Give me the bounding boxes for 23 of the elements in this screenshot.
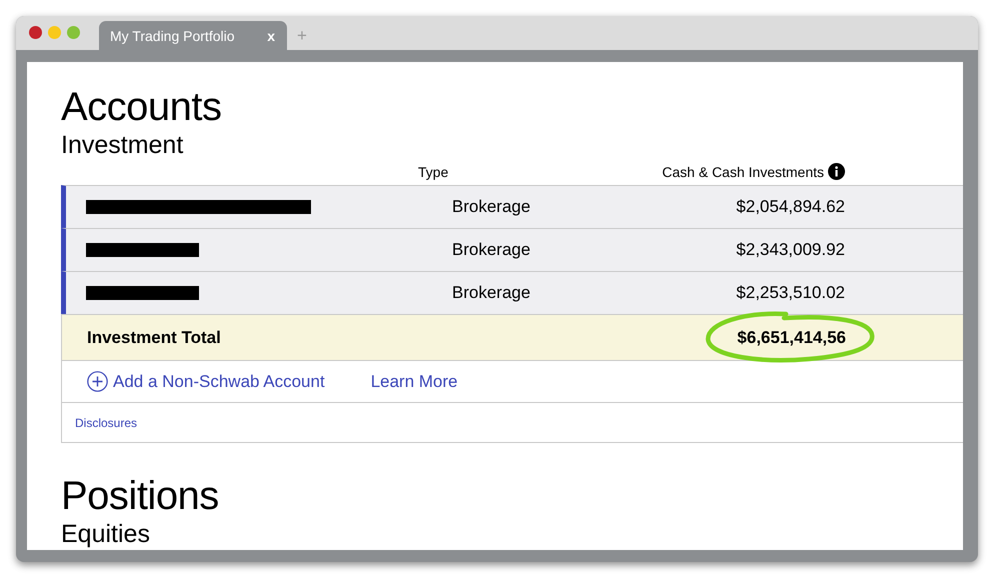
table-cell: $2,253,510.02 [736, 283, 845, 303]
table-cell: $2,054,894.62 [736, 197, 845, 217]
section-subtitle: Investment [61, 130, 184, 160]
table-cell-text: Brokerage [452, 283, 532, 303]
table-cell: $2,343,009.92 [736, 240, 845, 260]
add-account-link[interactable]: Add a Non-Schwab Account [87, 371, 325, 392]
section-subtitle: Equities [61, 519, 151, 549]
total-amount: $6,651,414,56 [737, 328, 846, 348]
page-title: Positions [61, 473, 220, 519]
account-row[interactable]: Brokerage $2,253,510.02 [61, 271, 963, 314]
disclosures-link[interactable]: Disclosures [75, 416, 138, 430]
info-icon[interactable] [828, 163, 845, 180]
account-row[interactable]: Brokerage $2,054,894.62 [61, 185, 963, 228]
learn-more-link[interactable]: Learn More [370, 372, 458, 392]
close-window-button[interactable] [29, 26, 42, 39]
plus-icon [87, 371, 108, 392]
table-cell-text: Brokerage [452, 197, 532, 217]
column-header: Type [418, 164, 450, 180]
page-title: Accounts [61, 84, 223, 130]
total-label: Investment Total [86, 328, 222, 348]
table-cell-text: Brokerage [452, 240, 532, 260]
column-header: Cash & Cash Investments [662, 164, 824, 180]
account-row[interactable]: Brokerage $2,343,009.92 [61, 228, 963, 271]
